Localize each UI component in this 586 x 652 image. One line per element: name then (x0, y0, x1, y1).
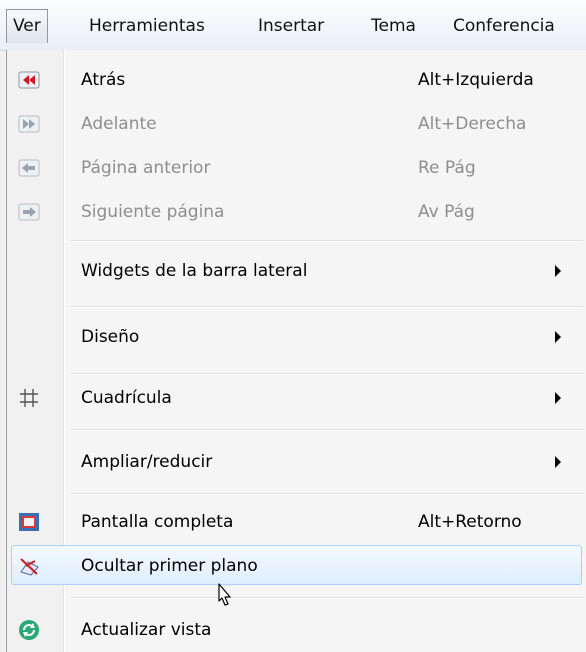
menu-herramientas[interactable]: Herramientas (89, 14, 205, 38)
menu-insertar[interactable]: Insertar (258, 14, 324, 38)
hide-foreground-icon (20, 558, 39, 576)
menu-item-widgets-barra-lateral[interactable]: Widgets de la barra lateral (7, 249, 586, 293)
next-page-icon (18, 203, 40, 221)
forward-arrow-icon (18, 115, 40, 133)
menu-item-adelante[interactable]: Adelante Alt+Derecha (7, 102, 586, 146)
fullscreen-icon (19, 513, 39, 531)
menu-separator (71, 493, 583, 494)
menu-item-label: Diseño (81, 327, 140, 347)
menu-item-shortcut: Alt+Retorno (418, 512, 522, 532)
menu-item-label: Pantalla completa (81, 512, 234, 532)
previous-page-icon (18, 159, 40, 177)
menu-separator (71, 429, 583, 430)
submenu-arrow-icon (555, 265, 561, 277)
menu-item-siguiente-pagina[interactable]: Siguiente página Av Pág (7, 190, 586, 234)
menu-item-label: Actualizar vista (81, 620, 212, 640)
menu-item-label: Adelante (81, 114, 157, 134)
menu-conferencia[interactable]: Conferencia (453, 14, 555, 38)
menu-item-shortcut: Alt+Izquierda (418, 70, 534, 90)
menubar: Ver Herramientas Insertar Tema Conferenc… (0, 0, 586, 51)
back-arrow-icon (18, 71, 40, 89)
grid-icon (20, 389, 38, 407)
menu-item-ocultar-primer-plano[interactable]: Ocultar primer plano (7, 544, 586, 588)
menu-tema[interactable]: Tema (371, 14, 416, 38)
submenu-arrow-icon (555, 392, 561, 404)
submenu-arrow-icon (555, 331, 561, 343)
refresh-icon (19, 620, 39, 640)
menu-item-atras[interactable]: Atrás Alt+Izquierda (7, 58, 586, 102)
menu-item-cuadricula[interactable]: Cuadrícula (7, 376, 586, 420)
menu-item-label: Siguiente página (81, 202, 225, 222)
menu-ver[interactable]: Ver (6, 9, 48, 43)
menu-item-diseno[interactable]: Diseño (7, 315, 586, 359)
menu-item-label: Página anterior (81, 158, 211, 178)
menu-separator (71, 597, 583, 598)
mouse-cursor-icon (218, 583, 231, 606)
menu-separator (71, 306, 583, 307)
menu-item-pagina-anterior[interactable]: Página anterior Re Pág (7, 146, 586, 190)
menu-item-label: Cuadrícula (81, 388, 172, 408)
menu-item-shortcut: Alt+Derecha (418, 114, 527, 134)
menu-item-actualizar-vista[interactable]: Actualizar vista (7, 608, 586, 652)
menu-item-label: Atrás (81, 70, 126, 90)
menu-separator (71, 240, 583, 241)
ver-dropdown-menu: Atrás Alt+Izquierda Adelante Alt+Derecha… (6, 50, 586, 652)
menu-separator (71, 373, 583, 374)
menu-item-label: Widgets de la barra lateral (81, 261, 308, 281)
submenu-arrow-icon (555, 456, 561, 468)
menu-item-shortcut: Av Pág (418, 202, 475, 222)
menu-item-pantalla-completa[interactable]: Pantalla completa Alt+Retorno (7, 500, 586, 544)
menu-item-label: Ampliar/reducir (81, 452, 213, 472)
menu-item-shortcut: Re Pág (418, 158, 476, 178)
menu-item-ampliar-reducir[interactable]: Ampliar/reducir (7, 440, 586, 484)
